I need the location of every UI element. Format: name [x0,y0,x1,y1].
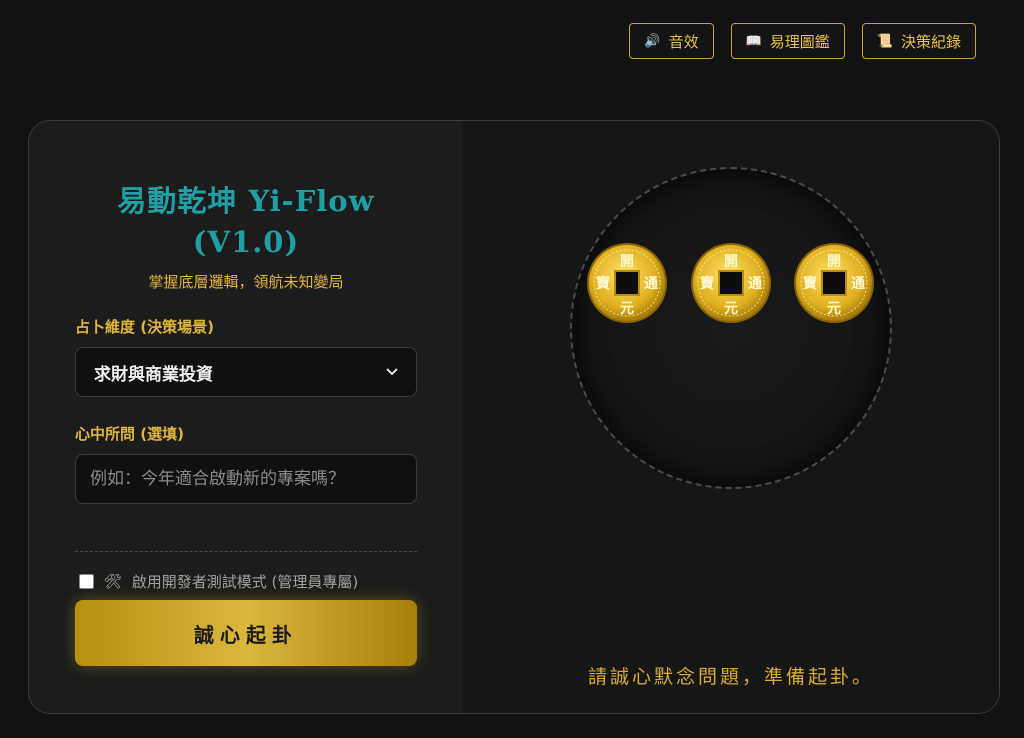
chevron-down-icon [386,365,398,380]
speaker-icon: 🔊 [644,33,661,49]
decision-log-button-label: 決策紀錄 [900,32,961,51]
coin-char-right: 通 [644,276,658,292]
encyclopedia-button[interactable]: 📖 易理圖鑑 [730,23,845,59]
decision-log-button[interactable]: 📜 決策紀錄 [861,23,976,59]
dev-mode-checkbox[interactable] [79,574,94,589]
cast-hexagram-button[interactable]: 誠心起卦 [75,600,417,666]
question-input[interactable] [75,454,417,504]
question-label: 心中所問 (選填) [75,425,184,443]
coin-char-right: 通 [851,276,865,292]
coin-char-left: 寶 [596,275,610,292]
status-message: 請誠心默念問題，準備起卦。 [587,666,874,688]
coin-char-bottom: 元 [827,301,841,317]
scenario-select[interactable]: 求財與商業投資 [75,347,417,397]
dev-mode-label: 啟用開發者測試模式 (管理員專屬) [131,573,359,591]
main-card: 易動乾坤 Yi-Flow (V1.0) 掌握底層邏輯，領航未知變局 占卜維度 (… [28,120,1000,714]
book-icon: 📖 [745,33,762,49]
top-toolbar: 🔊 音效 📖 易理圖鑑 📜 決策紀錄 [629,23,976,59]
scroll-icon: 📜 [876,33,893,49]
coin[interactable]: 開 元 寶 通 [793,242,875,324]
coin-char-right: 通 [748,276,762,292]
coin-char-left: 寶 [700,275,714,292]
coin-tray [570,167,892,489]
coin[interactable]: 開 元 寶 通 [586,242,668,324]
section-divider [75,551,417,552]
coin-char-top: 開 [827,254,841,270]
app-subtitle: 掌握底層邏輯，領航未知變局 [148,273,344,291]
app-title-line1: 易動乾坤 Yi-Flow [117,184,375,218]
sound-toggle-button[interactable]: 🔊 音效 [629,23,714,59]
coin-char-left: 寶 [803,275,817,292]
coin-stage: 開 元 寶 通 開 元 寶 通 開 元 寶 通 請誠心默念問題，準備起卦。 [463,121,999,713]
app-title-version: (V1.0) [192,225,300,259]
coin-char-bottom: 元 [724,301,738,317]
dev-mode-row: 🛠 啟用開發者測試模式 (管理員專屬) [79,571,358,592]
coin-char-bottom: 元 [620,301,634,317]
scenario-label: 占卜維度 (決策場景) [75,318,214,336]
scenario-selected-value: 求財與商業投資 [94,364,213,385]
app-title: 易動乾坤 Yi-Flow (V1.0) [75,181,417,263]
control-panel: 易動乾坤 Yi-Flow (V1.0) 掌握底層邏輯，領航未知變局 占卜維度 (… [29,121,463,713]
sound-button-label: 音效 [668,32,699,51]
tools-icon: 🛠 [104,573,122,590]
encyclopedia-button-label: 易理圖鑑 [769,32,830,51]
coin-char-top: 開 [620,254,634,270]
coin[interactable]: 開 元 寶 通 [690,242,772,324]
coin-char-top: 開 [724,254,738,270]
